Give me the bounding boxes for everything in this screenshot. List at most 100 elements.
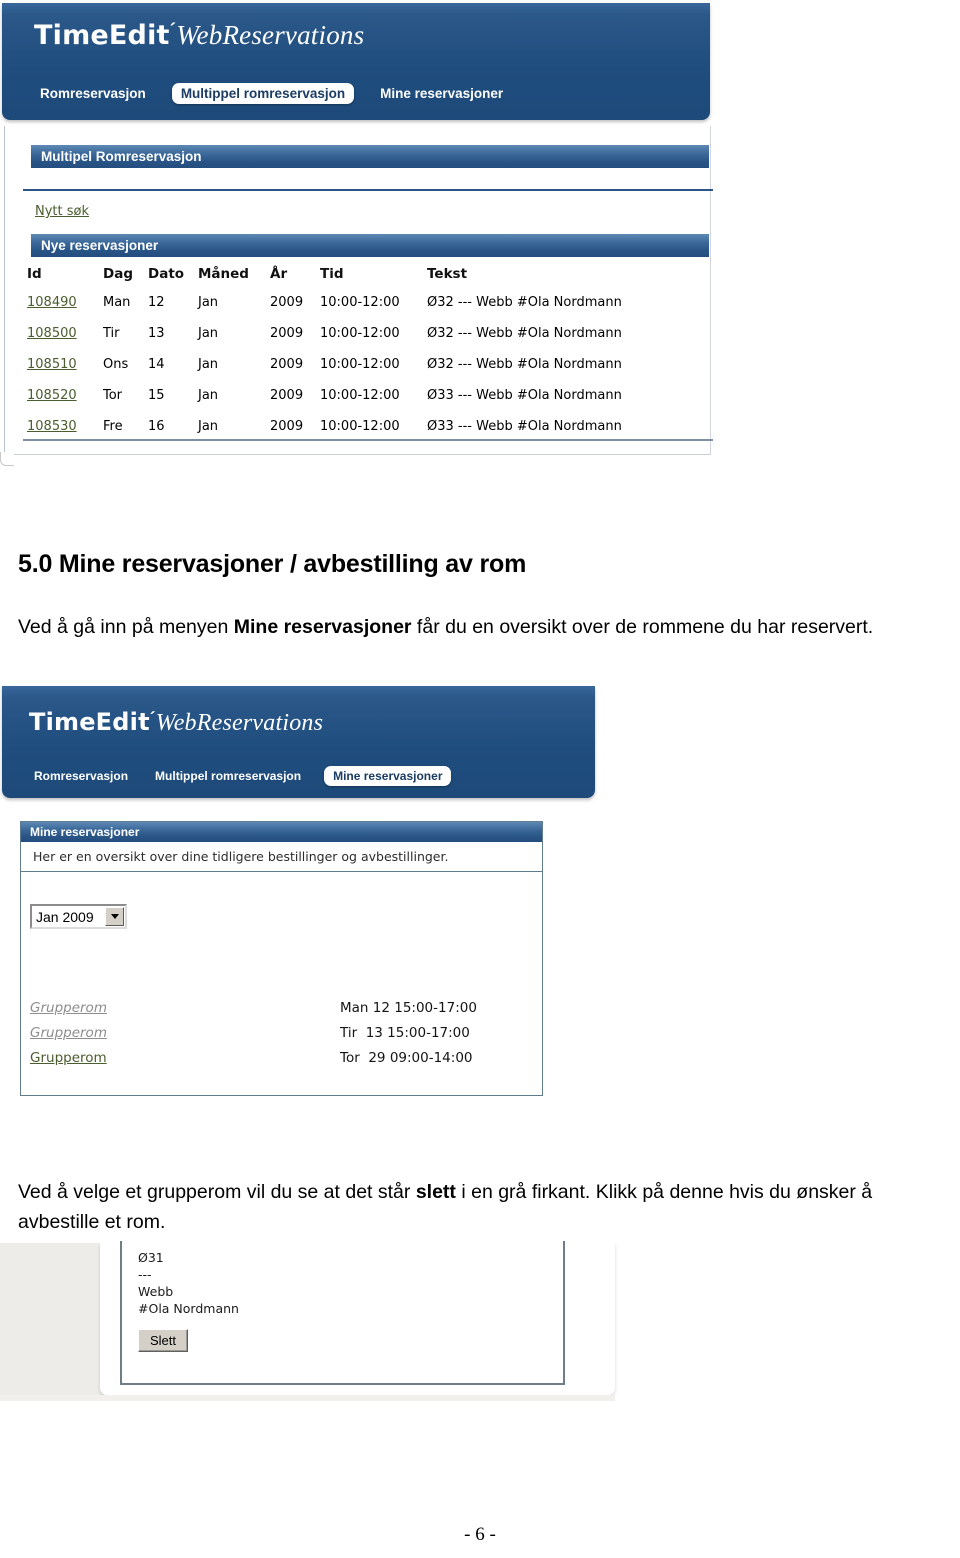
table-row: 108500 Tir 13 Jan 2009 10:00-12:00 Ø32 -…	[27, 326, 622, 357]
nytt-sok-link[interactable]: Nytt søk	[35, 204, 89, 219]
reservations-table: Id Dag Dato Måned År Tid Tekst 108490 Ma…	[27, 266, 622, 450]
cell-tekst: Ø32 --- Webb #Ola Nordmann	[427, 357, 622, 372]
paragraph-slett: Ved å velge et grupperom vil du se at de…	[18, 1177, 948, 1237]
table-row: 108510 Ons 14 Jan 2009 10:00-12:00 Ø32 -…	[27, 357, 622, 388]
app-nav-2: Romreservasjon Multippel romreservasjon …	[30, 766, 452, 786]
cell-maned: Jan	[198, 295, 219, 310]
col-header-dag: Dag	[103, 266, 133, 282]
nav-item-mine-reservasjoner[interactable]: Mine reservasjoner	[324, 766, 452, 786]
panel-title-multipel-romreservasjon: Multipel Romreservasjon	[31, 145, 709, 168]
cell-tid: 10:00-12:00	[320, 295, 400, 310]
nav-item-multippel-romreservasjon[interactable]: Multippel romreservasjon	[151, 767, 305, 785]
panel-title-mine-reservasjoner: Mine reservasjoner	[21, 822, 542, 842]
cell-ar: 2009	[270, 357, 304, 372]
col-header-tid: Tid	[320, 266, 344, 282]
para2-part-a: Ved å velge et grupperom vil du se at de…	[18, 1180, 416, 1203]
detail-line-course: Webb	[138, 1284, 174, 1299]
list-item: Grupperom Tir 13 15:00-17:00	[30, 1025, 530, 1050]
detail-text: Ø31 --- Webb #Ola Nordmann	[122, 1241, 563, 1317]
nav-item-romreservasjon[interactable]: Romreservasjon	[30, 767, 132, 785]
para1-bold: Mine reservasjoner	[233, 615, 412, 638]
nav-item-mine-reservasjoner[interactable]: Mine reservasjoner	[376, 84, 507, 103]
page-title: 5.0 Mine reservasjoner / avbestilling av…	[18, 549, 527, 578]
booking-time: Tir 13 15:00-17:00	[340, 1025, 470, 1041]
mine-reservasjoner-panel: Mine reservasjoner Her er en oversikt ov…	[20, 821, 543, 1096]
nav-item-multippel-romreservasjon[interactable]: Multippel romreservasjon	[171, 83, 355, 104]
reservation-id-link[interactable]: 108500	[27, 326, 77, 341]
booking-room-link-active[interactable]: Grupperom	[30, 1050, 340, 1066]
cell-tekst: Ø32 --- Webb #Ola Nordmann	[427, 295, 622, 310]
page-number: - 6 -	[464, 1524, 496, 1545]
table-row: 108530 Fre 16 Jan 2009 10:00-12:00 Ø33 -…	[27, 419, 622, 450]
cell-dato: 13	[148, 326, 165, 341]
cell-maned: Jan	[198, 419, 219, 434]
cell-dag: Tor	[103, 388, 123, 403]
cell-tid: 10:00-12:00	[320, 326, 400, 341]
app-header-1: TimeEdit´WebReservations Romreservasjon …	[2, 3, 710, 120]
para2-bold: slett	[415, 1180, 456, 1203]
booking-list: Grupperom Man 12 15:00-17:00 Grupperom T…	[30, 1000, 530, 1075]
cell-tid: 10:00-12:00	[320, 357, 400, 372]
app-product-text: WebReservations	[176, 20, 365, 50]
chevron-down-icon[interactable]	[105, 907, 124, 926]
screenshot-multippel-romreservasjon: TimeEdit´WebReservations Romreservasjon …	[0, 0, 713, 468]
reservation-id-link[interactable]: 108520	[27, 388, 77, 403]
cell-dag: Ons	[103, 357, 129, 372]
detail-line-room: Ø31	[138, 1250, 164, 1265]
app-brand-text: TimeEdit	[29, 708, 150, 736]
cell-dag: Man	[103, 295, 131, 310]
app-logo-1: TimeEdit´WebReservations	[34, 20, 364, 51]
list-item: Grupperom Man 12 15:00-17:00	[30, 1000, 530, 1025]
col-header-id: Id	[27, 266, 42, 282]
para1-part-a: Ved å gå inn på menyen	[18, 615, 234, 638]
cell-dag: Tir	[103, 326, 120, 341]
app-product-text: WebReservations	[155, 710, 324, 736]
col-header-tekst: Tekst	[427, 266, 468, 282]
panel-bottom-strip	[0, 1395, 615, 1401]
cell-maned: Jan	[198, 388, 219, 403]
reservation-id-link[interactable]: 108530	[27, 419, 77, 434]
cell-ar: 2009	[270, 419, 304, 434]
cell-dato: 14	[148, 357, 165, 372]
booking-time: Man 12 15:00-17:00	[340, 1000, 477, 1016]
cell-tekst: Ø33 --- Webb #Ola Nordmann	[427, 388, 622, 403]
app-brand-text: TimeEdit	[34, 20, 170, 51]
cell-tekst: Ø32 --- Webb #Ola Nordmann	[427, 326, 622, 341]
table-bottom-rule	[23, 439, 713, 441]
cell-dato: 15	[148, 388, 165, 403]
background-pane	[0, 1243, 104, 1398]
panel-title-nye-reservasjoner: Nye reservasjoner	[31, 234, 709, 257]
cell-ar: 2009	[270, 295, 304, 310]
detail-line-sep: ---	[138, 1267, 152, 1282]
para1-part-b: får du en oversikt over de rommene du ha…	[411, 615, 874, 638]
reservation-id-link[interactable]: 108510	[27, 357, 77, 372]
booking-room-link-cancelled[interactable]: Grupperom	[30, 1000, 340, 1016]
reservation-id-link[interactable]: 108490	[27, 295, 77, 310]
cell-tid: 10:00-12:00	[320, 419, 400, 434]
month-select[interactable]: Jan 2009	[30, 904, 127, 929]
booking-room-link-cancelled[interactable]: Grupperom	[30, 1025, 340, 1041]
detail-box: Ø31 --- Webb #Ola Nordmann Slett	[120, 1241, 565, 1385]
cell-maned: Jan	[198, 357, 219, 372]
content-frame-1: Multipel Romreservasjon Nytt søk Nye res…	[4, 126, 713, 455]
cell-dato: 12	[148, 295, 165, 310]
col-header-maned: Måned	[198, 266, 249, 282]
panel-description: Her er en oversikt over dine tidligere b…	[21, 842, 542, 872]
booking-time: Tor 29 09:00-14:00	[340, 1050, 473, 1066]
cell-ar: 2009	[270, 388, 304, 403]
app-header-2: TimeEdit´WebReservations Romreservasjon …	[2, 686, 595, 798]
cell-maned: Jan	[198, 326, 219, 341]
col-header-ar: År	[270, 266, 288, 282]
cell-dag: Fre	[103, 419, 123, 434]
nav-item-romreservasjon[interactable]: Romreservasjon	[36, 84, 150, 103]
slett-button[interactable]: Slett	[138, 1329, 189, 1352]
paragraph-intro: Ved å gå inn på menyen Mine reservasjone…	[18, 612, 948, 642]
cell-dato: 16	[148, 419, 165, 434]
month-select-wrapper: Jan 2009	[21, 872, 542, 929]
table-row: 108490 Man 12 Jan 2009 10:00-12:00 Ø32 -…	[27, 295, 622, 326]
table-row: 108520 Tor 15 Jan 2009 10:00-12:00 Ø33 -…	[27, 388, 622, 419]
month-select-value: Jan 2009	[36, 908, 94, 925]
divider-rule	[23, 189, 713, 191]
screenshot-slett-detail: Ø31 --- Webb #Ola Nordmann Slett	[0, 1241, 620, 1408]
app-nav-1: Romreservasjon Multippel romreservasjon …	[36, 83, 507, 104]
